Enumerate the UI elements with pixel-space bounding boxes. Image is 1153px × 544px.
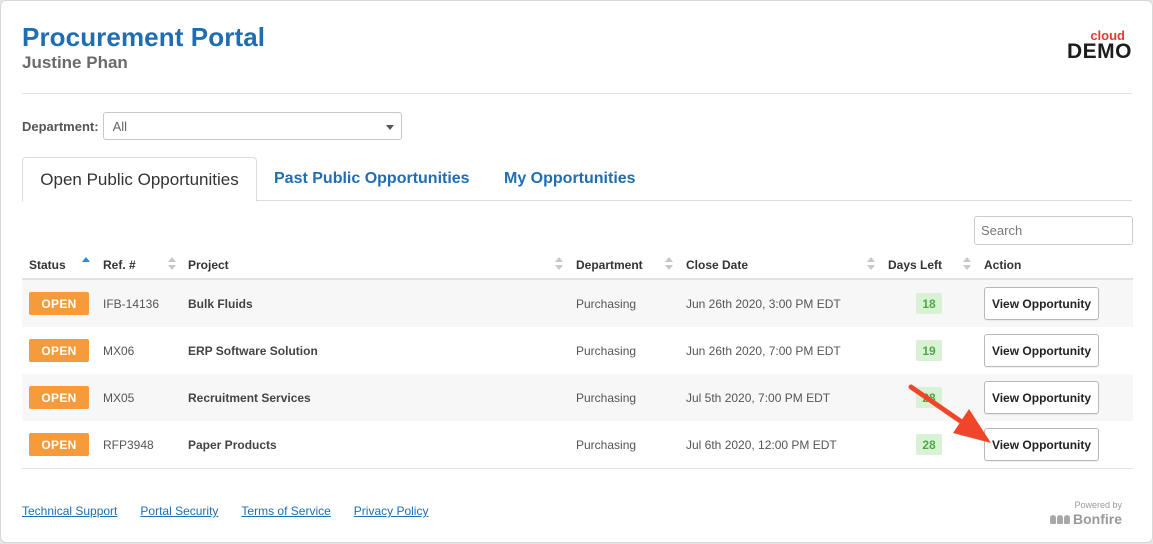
page-title: Procurement Portal [22,22,266,52]
department-cell: Purchasing [576,343,637,358]
days-left-badge: 28 [916,434,942,455]
table-row: OPEN RFP3948 Paper Products Purchasing J… [22,421,1133,468]
close-date-cell: Jul 5th 2020, 7:00 PM EDT [686,390,831,405]
status-badge: OPEN [29,339,89,362]
view-opportunity-button[interactable]: View Opportunity [984,428,1099,461]
status-badge: OPEN [29,386,89,409]
close-date-cell: Jul 6th 2020, 12:00 PM EDT [686,437,837,452]
column-header-status[interactable]: Status [29,251,66,279]
powered-by-bonfire: Powered by Bonfire [1050,500,1122,527]
powered-by-label: Powered by [1074,500,1122,510]
column-header-ref[interactable]: Ref. # [103,251,136,279]
status-badge: OPEN [29,292,89,315]
ref-cell: IFB-14136 [103,296,160,311]
project-cell: Paper Products [188,437,277,452]
department-select-value: All [112,118,128,134]
days-left-badge: 19 [916,340,942,361]
logo-demo-text: DEMO [1067,40,1132,63]
column-header-days-left[interactable]: Days Left [888,251,942,279]
table-header: Status Ref. # Project Department Close D… [22,251,1133,280]
terms-of-service-link[interactable]: Terms of Service [241,504,330,518]
search-box [974,216,1133,245]
department-cell: Purchasing [576,437,637,452]
department-cell: Purchasing [576,296,637,311]
column-header-close-date[interactable]: Close Date [686,251,748,279]
opportunities-table: Status Ref. # Project Department Close D… [22,251,1133,469]
close-date-cell: Jun 26th 2020, 7:00 PM EDT [686,343,841,358]
ref-cell: RFP3948 [103,437,154,452]
department-filter: Department: All [22,112,402,140]
header-divider [22,93,1132,94]
department-label: Department: [22,118,99,134]
sort-icon[interactable] [963,257,971,273]
user-name: Justine Phan [22,53,128,72]
days-left-badge: 18 [916,293,942,314]
table-row: OPEN MX05 Recruitment Services Purchasin… [22,374,1133,421]
view-opportunity-button[interactable]: View Opportunity [984,287,1099,320]
table-row: OPEN MX06 ERP Software Solution Purchasi… [22,327,1133,374]
portal-card: Procurement Portal Justine Phan cloud DE… [0,0,1153,543]
sort-icon[interactable] [555,257,563,273]
project-cell: Bulk Fluids [188,296,253,311]
status-badge: OPEN [29,433,89,456]
privacy-policy-link[interactable]: Privacy Policy [354,504,429,518]
technical-support-link[interactable]: Technical Support [22,504,117,518]
tab-past-public-opportunities[interactable]: Past Public Opportunities [274,157,470,201]
bonfire-logo: Bonfire [1050,511,1122,527]
sort-icon[interactable] [867,257,875,273]
sort-icon[interactable] [168,257,176,273]
column-header-action: Action [984,258,1022,272]
department-select[interactable]: All [102,112,402,140]
chevron-down-icon [385,125,394,130]
column-header-department[interactable]: Department [576,251,643,279]
opportunity-tabs: Open Public Opportunities Past Public Op… [22,157,1132,202]
tab-my-opportunities[interactable]: My Opportunities [504,157,636,201]
project-cell: Recruitment Services [188,390,311,405]
ref-cell: MX06 [103,343,135,358]
close-date-cell: Jun 26th 2020, 3:00 PM EDT [686,296,841,311]
search-input[interactable] [975,217,1132,244]
days-left-badge: 28 [916,387,942,408]
sort-icon[interactable] [665,257,673,273]
project-cell: ERP Software Solution [188,343,318,358]
department-cell: Purchasing [576,390,637,405]
bonfire-brand-text: Bonfire [1073,511,1122,527]
column-header-project[interactable]: Project [188,251,229,279]
tab-open-public-opportunities[interactable]: Open Public Opportunities [22,157,257,202]
portal-security-link[interactable]: Portal Security [140,504,218,518]
table-row: OPEN IFB-14136 Bulk Fluids Purchasing Ju… [22,280,1133,327]
ref-cell: MX05 [103,390,135,405]
sort-asc-icon[interactable] [82,257,90,273]
bonfire-logo-icon [1050,514,1070,524]
view-opportunity-button[interactable]: View Opportunity [984,334,1099,367]
cloud-demo-logo: cloud DEMO [1067,29,1132,62]
header: Procurement Portal Justine Phan [22,21,265,73]
view-opportunity-button[interactable]: View Opportunity [984,381,1099,414]
footer-links: Technical Support Portal Security Terms … [22,504,428,518]
